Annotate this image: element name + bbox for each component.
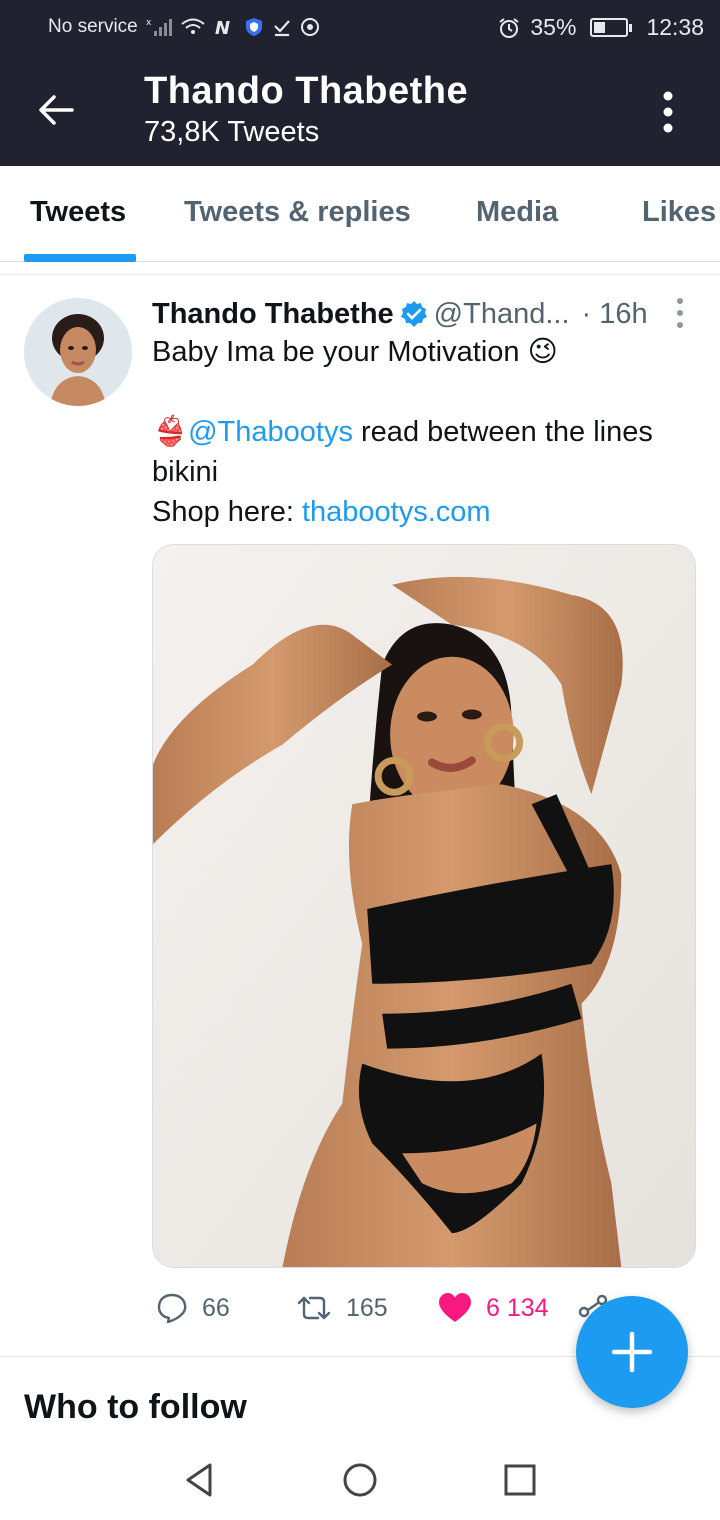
tweet-text: Baby Ima be your Motivation 😉 👙@Thabooty… — [152, 332, 692, 532]
plus-icon — [611, 1331, 653, 1373]
tweet-handle[interactable]: @Thand... — [434, 298, 570, 331]
download-done-icon — [273, 20, 290, 37]
nfc-icon: N — [215, 18, 230, 37]
compose-tweet-button[interactable] — [576, 1296, 688, 1408]
battery-fill — [594, 22, 605, 33]
mention-link[interactable]: @Thabootys — [188, 416, 353, 448]
reply-count: 66 — [202, 1293, 230, 1322]
tweet-header: Thando Thabethe @Thand... · 16h — [152, 294, 648, 334]
shield-icon — [245, 18, 262, 36]
avatar[interactable] — [24, 298, 132, 406]
shop-prefix: Shop here: — [152, 496, 302, 528]
shop-link[interactable]: thabootys.com — [302, 496, 491, 528]
system-nav-bar — [0, 1440, 720, 1520]
who-to-follow-heading: Who to follow — [24, 1388, 247, 1426]
tweet-text-line1: Baby Ima be your Motivation 😉 — [152, 336, 558, 368]
status-right: 35% 12:38 — [498, 14, 704, 41]
tweet-text-line2-rest: read between the lines — [352, 416, 653, 448]
battery-icon — [590, 18, 633, 37]
tab-tweets-replies[interactable]: Tweets & replies — [184, 196, 411, 229]
home-circle-icon[interactable] — [340, 1460, 380, 1500]
retweet-button[interactable]: 165 — [296, 1288, 388, 1328]
svg-text:N: N — [215, 18, 230, 37]
status-bar: No service x N 35% 12:38 — [0, 0, 720, 56]
retweet-icon — [297, 1296, 331, 1320]
tweet-count: 73,8K Tweets — [144, 116, 320, 148]
heart-filled-icon — [439, 1293, 471, 1322]
tweet-text-line4: Shop here: thabootys.com — [152, 492, 692, 532]
top-bar: No service x N 35% 12:38 Thando Thabethe… — [0, 0, 720, 166]
verified-badge-icon — [400, 301, 427, 327]
like-button[interactable]: 6 134 — [438, 1288, 549, 1328]
carrier-label: No service — [48, 16, 138, 37]
signal-icon: x — [146, 18, 172, 36]
tweet-media-image[interactable] — [152, 544, 696, 1268]
more-vertical-icon[interactable] — [650, 88, 686, 136]
tweet-actions: 66 165 6 134 — [152, 1288, 632, 1328]
bikini-emoji: 👙 — [152, 416, 189, 448]
svg-text:x: x — [146, 18, 152, 28]
tab-likes[interactable]: Likes — [642, 196, 716, 229]
reply-button[interactable]: 66 — [156, 1288, 230, 1328]
chrome-icon — [300, 18, 319, 36]
tweet-time: · 16h — [581, 297, 648, 330]
recents-square-icon[interactable] — [500, 1460, 540, 1500]
battery-percent: 35% — [530, 14, 577, 40]
arrow-left-icon[interactable] — [34, 88, 78, 132]
tab-media[interactable]: Media — [476, 196, 558, 229]
divider — [0, 274, 720, 275]
reply-icon — [157, 1293, 187, 1324]
tweet-text-line3: bikini — [152, 456, 219, 488]
alarm-icon — [499, 17, 519, 38]
wifi-icon — [181, 18, 205, 34]
tweet-text-line2: 👙@Thabootys read between the lines — [152, 412, 692, 452]
active-tab-indicator — [24, 254, 136, 262]
tweet-author[interactable]: Thando Thabethe — [152, 298, 394, 331]
tab-tweets[interactable]: Tweets — [30, 196, 126, 229]
profile-tabs: Tweets Tweets & replies Media Likes — [0, 166, 720, 262]
clock: 12:38 — [646, 14, 704, 40]
tweet-more-icon[interactable] — [670, 296, 690, 330]
like-count: 6 134 — [486, 1293, 549, 1322]
retweet-count: 165 — [346, 1293, 388, 1322]
profile-name: Thando Thabethe — [144, 70, 469, 112]
status-left: No service x N — [48, 16, 320, 38]
back-triangle-icon[interactable] — [180, 1460, 220, 1500]
